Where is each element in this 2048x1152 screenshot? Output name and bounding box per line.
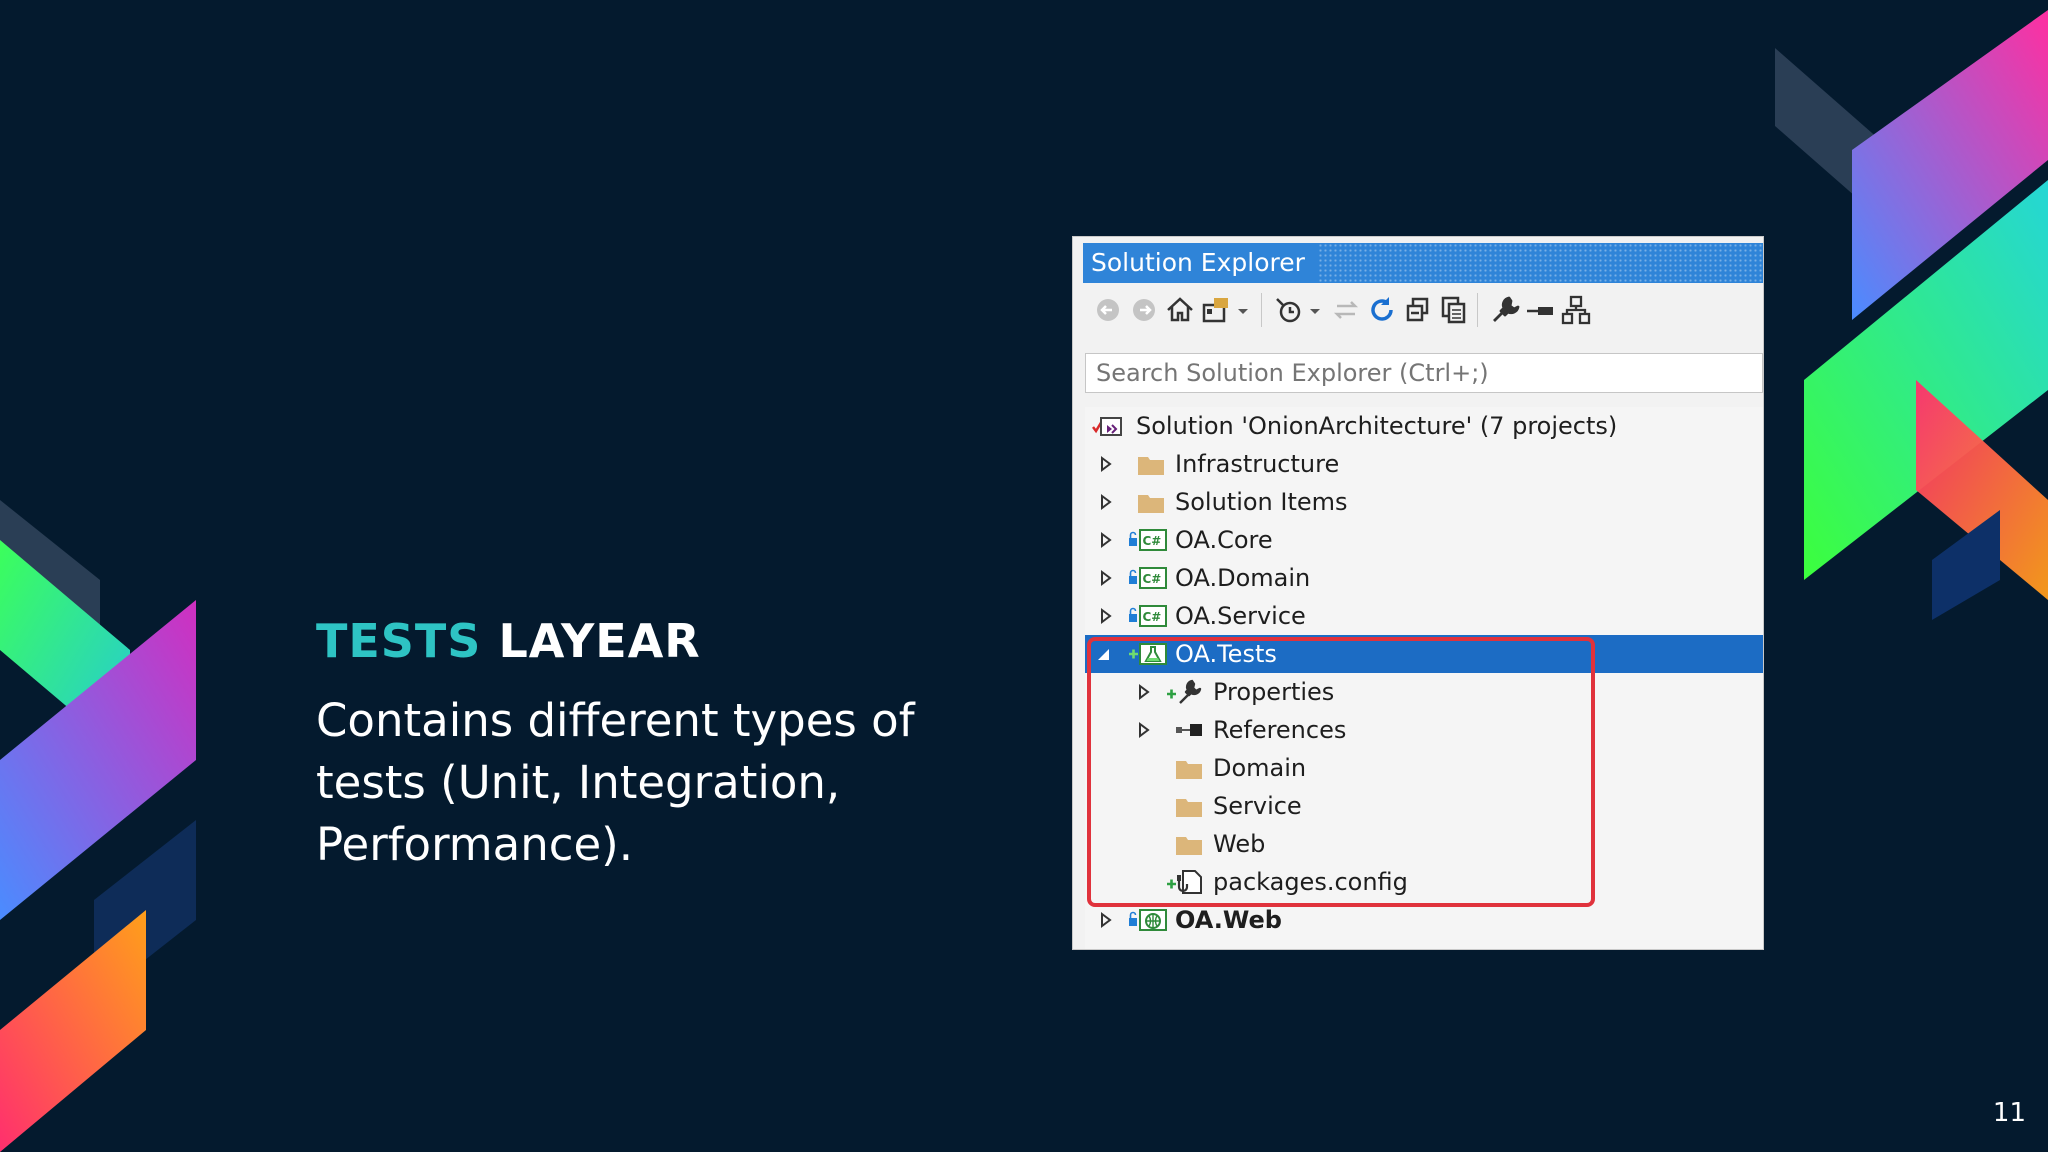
solution-icon — [1092, 417, 1122, 436]
solution-explorer-toolbar — [1083, 283, 1763, 337]
page-number: 11 — [1992, 1098, 2026, 1128]
decor-shapes-left — [0, 500, 196, 1152]
solution-explorer-title-bar[interactable]: Solution Explorer — [1083, 243, 1763, 283]
svg-text:C#: C# — [1143, 534, 1162, 548]
tree-item-label: Solution 'OnionArchitecture' (7 projects… — [1136, 412, 1618, 440]
properties-wrench-icon[interactable] — [1487, 293, 1521, 327]
collapse-all-icon[interactable] — [1401, 293, 1435, 327]
expand-arrow-icon[interactable] — [1099, 456, 1113, 472]
slide-title-accent: TESTS — [316, 614, 482, 668]
svg-text:C#: C# — [1143, 610, 1162, 624]
expand-arrow-icon[interactable] — [1099, 494, 1113, 510]
sync-icon[interactable] — [1329, 293, 1363, 327]
tree-item-label: OA.Core — [1175, 526, 1273, 554]
preview-icon[interactable] — [1523, 293, 1557, 327]
pending-changes-icon[interactable] — [1271, 293, 1305, 327]
slide-title: TESTS LAYEAR — [316, 614, 701, 668]
class-view-icon[interactable] — [1559, 293, 1593, 327]
home-icon[interactable] — [1163, 293, 1197, 327]
tree-item-oa-service[interactable]: C# OA.Service — [1085, 597, 1763, 635]
slide-title-rest: LAYEAR — [498, 614, 701, 668]
tree-item-solution-items[interactable]: Solution Items — [1085, 483, 1763, 521]
tree-item-label: Solution Items — [1175, 488, 1348, 516]
tree-item-infrastructure[interactable]: Infrastructure — [1085, 445, 1763, 483]
dropdown-icon[interactable] — [1233, 293, 1253, 327]
decor-shapes-right — [1775, 10, 2048, 620]
solution-explorer-search-input[interactable] — [1085, 353, 1763, 393]
csharp-project-icon: C# — [1129, 605, 1167, 627]
folder-icon — [1138, 495, 1164, 513]
tree-item-label: OA.Domain — [1175, 564, 1311, 592]
switch-views-icon[interactable] — [1199, 293, 1233, 327]
solution-explorer-title: Solution Explorer — [1083, 243, 1319, 283]
tree-item-oa-domain[interactable]: C# OA.Domain — [1085, 559, 1763, 597]
dropdown-icon[interactable] — [1305, 293, 1325, 327]
slide-body: Contains different types of tests (Unit,… — [316, 694, 915, 871]
expand-arrow-icon[interactable] — [1099, 570, 1113, 586]
csharp-project-icon: C# — [1129, 567, 1167, 589]
svg-text:C#: C# — [1143, 572, 1162, 586]
back-icon[interactable] — [1091, 293, 1125, 327]
tree-item-oa-core[interactable]: C# OA.Core — [1085, 521, 1763, 559]
tree-item-solution[interactable]: Solution 'OnionArchitecture' (7 projects… — [1085, 407, 1763, 445]
web-project-icon — [1129, 909, 1167, 931]
tree-item-label: OA.Service — [1175, 602, 1306, 630]
csharp-project-icon: C# — [1129, 529, 1167, 551]
expand-arrow-icon[interactable] — [1099, 912, 1113, 928]
tree-item-label: Infrastructure — [1175, 450, 1340, 478]
show-all-files-icon[interactable] — [1437, 293, 1471, 327]
expand-arrow-icon[interactable] — [1099, 532, 1113, 548]
folder-icon — [1138, 457, 1164, 475]
forward-icon[interactable] — [1127, 293, 1161, 327]
refresh-icon[interactable] — [1365, 293, 1399, 327]
expand-arrow-icon[interactable] — [1099, 608, 1113, 624]
highlight-box — [1087, 637, 1595, 907]
